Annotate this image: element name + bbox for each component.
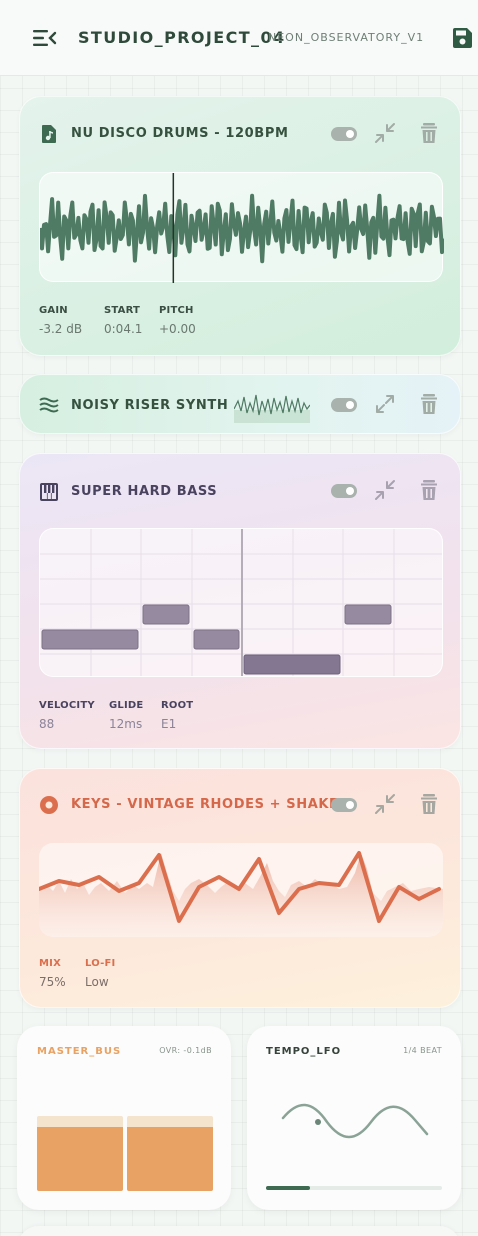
root-label: ROOT [161, 700, 194, 711]
track-card-bass: SUPER HARD BASS VELOCITY 88 GLIDE 12ms R… [19, 453, 461, 749]
track-card-keys: KEYS - VINTAGE RHODES + SHAKER MIX 75% L… [19, 768, 461, 1008]
note [243, 654, 341, 675]
master-title: MASTER_BUS [37, 1046, 122, 1057]
delete-icon[interactable] [416, 122, 442, 144]
track-toggle[interactable] [331, 798, 357, 812]
track-title: NOISY RISER SYNTH [71, 398, 229, 413]
collapse-icon[interactable] [372, 479, 398, 501]
tempo-division: 1/4 BEAT [403, 1046, 442, 1055]
meter-right [127, 1116, 213, 1191]
pitch-label: PITCH [159, 305, 194, 316]
delete-icon[interactable] [416, 393, 442, 415]
start-label: START [104, 305, 141, 316]
gain-value[interactable]: -3.2 dB [39, 322, 82, 336]
track-title: KEYS - VINTAGE RHODES + SHAKER [71, 797, 350, 812]
mix-value[interactable]: 75% [39, 975, 66, 989]
track-toggle[interactable] [331, 484, 357, 498]
tempo-lfo-panel: TEMPO_LFO 1/4 BEAT [247, 1026, 461, 1210]
note [41, 629, 139, 650]
track-title: SUPER HARD BASS [71, 484, 218, 499]
record-icon [40, 796, 58, 814]
lfo-progress-fill [266, 1186, 310, 1190]
waveform-line [38, 193, 446, 264]
master-bus-panel: MASTER_BUS OVR: -0.1dB [17, 1026, 231, 1210]
delete-icon[interactable] [416, 793, 442, 815]
project-subtitle: NEON_OBSERVATORY_V1 [268, 31, 425, 44]
velocity-label: VELOCITY [39, 700, 95, 711]
delete-icon[interactable] [416, 479, 442, 501]
menu-collapse-icon[interactable] [33, 29, 57, 47]
track-title: NU DISCO DRUMS - 120BPM [71, 126, 289, 141]
lfo-progress[interactable] [266, 1186, 442, 1190]
expand-icon[interactable] [372, 393, 398, 415]
app-header: STUDIO_PROJECT_04 NEON_OBSERVATORY_V1 [0, 0, 478, 76]
master-overload: OVR: -0.1dB [159, 1046, 212, 1055]
pitch-value[interactable]: +0.00 [159, 322, 196, 336]
piano-roll-grid [40, 529, 442, 676]
meter-right-level [127, 1126, 213, 1191]
glide-value[interactable]: 12ms [109, 717, 142, 731]
glide-label: GLIDE [109, 700, 144, 711]
next-panel-edge [17, 1226, 461, 1236]
piano-roll[interactable] [39, 528, 443, 677]
save-icon[interactable] [451, 27, 473, 49]
meter-left [37, 1116, 123, 1191]
track-card-drums: NU DISCO DRUMS - 120BPM GAIN -3.2 dB STA… [19, 96, 461, 356]
keys-automation-display[interactable] [39, 843, 443, 937]
velocity-value[interactable]: 88 [39, 717, 54, 731]
root-value[interactable]: E1 [161, 717, 176, 731]
waveform-display[interactable] [38, 172, 446, 283]
note [344, 604, 392, 625]
mini-waveform [234, 394, 310, 423]
waves-icon [39, 397, 59, 413]
mix-label: MIX [39, 958, 61, 969]
tempo-title: TEMPO_LFO [266, 1046, 342, 1057]
gain-label: GAIN [39, 305, 68, 316]
collapse-icon[interactable] [372, 793, 398, 815]
lofi-label: LO-FI [85, 958, 116, 969]
lofi-value[interactable]: Low [85, 975, 109, 989]
collapse-icon[interactable] [372, 122, 398, 144]
audio-file-icon [42, 125, 56, 143]
track-toggle[interactable] [331, 127, 357, 141]
automation-curve [39, 851, 443, 937]
start-value[interactable]: 0:04.1 [104, 322, 142, 336]
note [142, 604, 190, 625]
note [193, 629, 240, 650]
piano-icon [40, 483, 58, 501]
track-card-riser: NOISY RISER SYNTH [19, 374, 461, 434]
waveform [38, 173, 446, 283]
track-toggle[interactable] [331, 398, 357, 412]
meter-left-level [37, 1127, 123, 1191]
project-title: STUDIO_PROJECT_04 [78, 28, 286, 47]
lfo-wave [281, 1103, 429, 1139]
